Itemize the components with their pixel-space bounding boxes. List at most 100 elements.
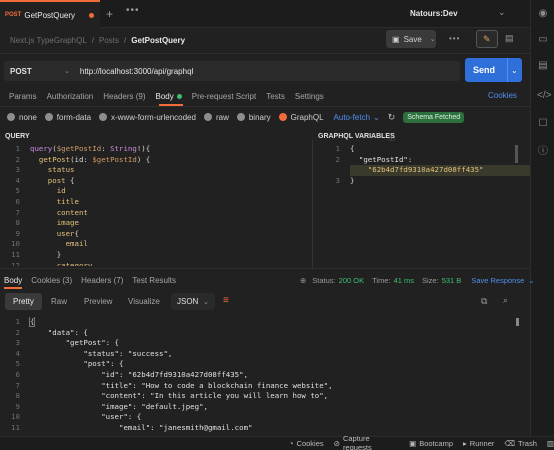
search-icon[interactable]: ⌕ <box>503 295 508 306</box>
more-actions-icon[interactable]: ••• <box>449 34 460 43</box>
view-pretty-label: Pretty <box>13 297 34 306</box>
chevron-down-icon[interactable]: ⌄ <box>498 7 506 18</box>
runner-icon: ▸ <box>463 438 467 448</box>
response-tab-cookies[interactable]: Cookies (3) <box>31 276 72 285</box>
cookies-link[interactable]: Cookies <box>488 91 517 100</box>
breadcrumb-root[interactable]: Next.js TypeGraphQL <box>10 36 87 45</box>
response-line: "getPost": { <box>30 338 119 348</box>
tab-pre-request-script[interactable]: Pre-request Script <box>192 92 256 101</box>
save-button[interactable]: ▣ Save ⌄ <box>386 30 436 48</box>
pencil-icon: ✎ <box>483 34 491 44</box>
footer-trash[interactable]: Trash <box>518 439 537 448</box>
radio-graphql[interactable] <box>278 113 287 121</box>
send-button[interactable]: Send ⌄ <box>465 58 522 82</box>
response-line: "user": { <box>30 412 142 422</box>
chevron-down-icon: ⌄ <box>429 36 436 43</box>
scrollbar[interactable] <box>515 145 518 163</box>
breadcrumb-separator: / <box>124 35 127 45</box>
breadcrumb-current[interactable]: GetPostQuery <box>131 36 185 45</box>
query-title: QUERY <box>5 133 30 140</box>
workspace-name[interactable]: Natours:Dev <box>410 9 458 18</box>
auto-fetch-toggle[interactable]: Auto-fetch <box>334 113 370 122</box>
more-tabs-icon[interactable]: ••• <box>126 5 140 16</box>
chevron-down-icon[interactable]: ⌄ <box>64 67 70 75</box>
url-input[interactable]: http://localhost:3000/api/graphql <box>80 67 193 76</box>
divider <box>0 268 530 269</box>
var-line: "getPostId": <box>350 154 413 164</box>
active-tab-underline <box>4 287 22 289</box>
unsaved-dot-icon <box>89 12 95 18</box>
status-label: Status: <box>312 275 336 285</box>
footer-cookies[interactable]: Cookies <box>297 439 324 448</box>
send-label: Send <box>473 65 496 75</box>
chevron-down-icon[interactable]: ⌄ <box>511 66 518 75</box>
tab-bar: POST GetPostQuery + ••• Natours:Dev ⌄ <box>0 0 530 28</box>
tab-method: POST <box>5 12 22 18</box>
response-tab-test-results[interactable]: Test Results <box>132 276 176 285</box>
info-icon[interactable]: ⓘ <box>388 133 395 143</box>
refresh-icon[interactable]: ↻ <box>388 112 396 123</box>
new-tab-plus-icon[interactable]: + <box>106 7 113 21</box>
documentation-icon[interactable]: ▤ <box>537 60 549 72</box>
radio-none-label: none <box>19 112 37 122</box>
chevron-down-icon[interactable]: ⌄ <box>373 113 380 122</box>
response-viewer[interactable]: 1{ 2 "data": { 3 "getPost": { 4 "status"… <box>0 317 510 434</box>
edit-pencil-button[interactable]: ✎ <box>476 30 498 48</box>
radio-urlencoded-label: x-www-form-urlencoded <box>111 112 196 122</box>
info-icon[interactable]: ⓘ <box>537 146 549 158</box>
variables-editor[interactable]: 1{ 2 "getPostId": "62b4d7fd9310a427d08ff… <box>320 144 530 204</box>
response-line: "status": "success", <box>30 348 173 358</box>
scrollbar[interactable] <box>516 318 519 326</box>
response-tabs: Body Cookies (3) Headers (7) Test Result… <box>4 275 176 285</box>
response-tab-headers[interactable]: Headers (7) <box>81 276 123 285</box>
bootcamp-icon: ▣ <box>409 438 417 448</box>
view-visualize-button[interactable]: Visualize <box>128 297 160 306</box>
environment-icon[interactable]: ▭ <box>537 34 549 46</box>
footer-runner[interactable]: Runner <box>470 439 495 448</box>
view-preview-button[interactable]: Preview <box>84 297 112 306</box>
footer-capture-requests[interactable]: Capture requests <box>343 434 399 450</box>
schema-fetched-badge: Schema Fetched <box>403 111 465 123</box>
view-pretty-button[interactable]: Pretty <box>5 293 42 310</box>
response-line: "post": { <box>30 359 124 369</box>
footer-bootcamp[interactable]: Bootcamp <box>419 439 453 448</box>
right-sidebar: ◉ ▭ ▤ </> ☐ ⓘ <box>530 0 554 436</box>
radio-binary-label: binary <box>248 112 271 122</box>
copy-icon[interactable]: ⧉ <box>481 296 487 307</box>
tab-body[interactable]: Body <box>156 92 174 101</box>
save-label: Save <box>403 34 422 44</box>
chevron-down-icon[interactable]: ⌄ <box>528 276 534 285</box>
method-select[interactable]: POST <box>10 67 64 76</box>
radio-urlencoded[interactable] <box>99 113 108 121</box>
view-raw-button[interactable]: Raw <box>51 297 67 306</box>
request-tabs: Params Authorization Headers (9) Body Pr… <box>9 90 324 102</box>
url-bar: POST ⌄ http://localhost:3000/api/graphql <box>4 61 460 81</box>
response-tab-body[interactable]: Body <box>4 276 22 285</box>
variables-title: GRAPHQL VARIABLES <box>318 133 395 140</box>
response-line: { <box>28 317 36 327</box>
save-icon: ▣ <box>392 34 400 44</box>
tab-headers[interactable]: Headers (9) <box>103 92 145 101</box>
radio-form-data[interactable] <box>44 113 53 121</box>
eye-icon[interactable]: ◉ <box>537 8 549 20</box>
request-tab[interactable]: POST GetPostQuery <box>0 0 100 28</box>
query-editor[interactable]: 1 query($getPostId: String!){ 2 getPost(i… <box>0 144 310 266</box>
tab-authorization[interactable]: Authorization <box>47 92 94 101</box>
wrap-lines-icon[interactable]: ≡ <box>223 295 229 306</box>
code-icon[interactable]: </> <box>537 90 551 102</box>
format-select[interactable]: JSON ⌄ <box>171 293 215 310</box>
save-response-button[interactable]: Save Response <box>471 276 524 285</box>
footer-actions: ◔ Cookies ⊘ Capture requests ▣ Bootcamp ▸ Ru… <box>289 434 554 450</box>
tab-settings[interactable]: Settings <box>295 92 324 101</box>
breadcrumb-folder[interactable]: Posts <box>99 36 119 45</box>
radio-raw[interactable] <box>203 113 212 121</box>
comments-icon[interactable]: ☐ <box>537 118 549 130</box>
radio-none[interactable] <box>7 113 15 121</box>
tab-params[interactable]: Params <box>9 92 37 101</box>
tab-tests[interactable]: Tests <box>266 92 285 101</box>
radio-raw-label: raw <box>215 112 229 122</box>
radio-binary[interactable] <box>236 113 245 121</box>
request-docs-button[interactable]: ▤ <box>500 30 520 48</box>
body-type-options: none form-data x-www-form-urlencoded raw… <box>7 111 465 123</box>
layout-icon[interactable]: ▥ <box>547 439 554 448</box>
